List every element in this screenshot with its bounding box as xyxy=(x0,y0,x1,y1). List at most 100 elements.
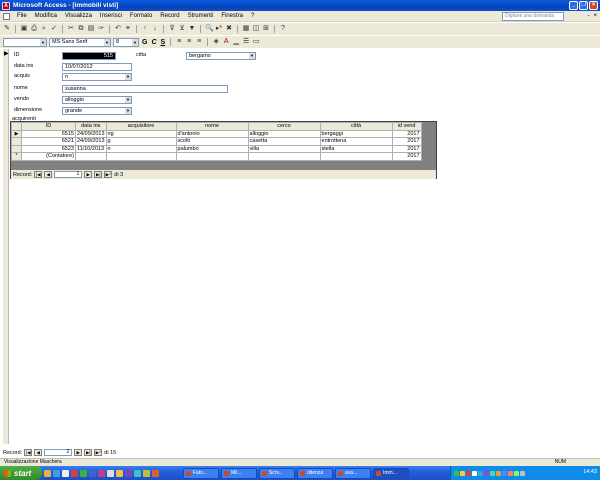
menu-file[interactable]: File xyxy=(13,13,31,19)
font-size-select[interactable]: 8 ▼ xyxy=(113,37,139,47)
cell-data-ins[interactable]: 24/09/2013 xyxy=(75,129,107,138)
tray-alert-icon[interactable] xyxy=(508,470,513,476)
column-header-citta[interactable]: città xyxy=(319,122,393,131)
chevron-down-icon[interactable]: ▼ xyxy=(125,74,131,80)
taskbar-button[interactable]: ditenza xyxy=(297,467,333,479)
align-center-icon[interactable]: ≡ xyxy=(185,38,193,46)
sort-descending-icon[interactable]: ↓ xyxy=(151,25,159,33)
tray-messenger-icon[interactable] xyxy=(502,470,507,476)
cell-id-autonumber[interactable]: (Contatore) xyxy=(21,152,76,161)
quicklaunch-desktop-icon[interactable] xyxy=(62,469,69,477)
column-header-id-vend[interactable]: id vend xyxy=(391,122,422,131)
save-icon[interactable]: ▣ xyxy=(20,25,28,33)
cell-nome[interactable]: d'antonio xyxy=(175,129,249,138)
hyperlink-icon[interactable]: ⚭ xyxy=(124,25,132,33)
dimensione-combo[interactable]: grande ▼ xyxy=(62,107,132,115)
new-record-row[interactable]: * (Contatore) 2017 xyxy=(11,152,422,161)
cell-acquisitore[interactable]: n xyxy=(105,144,177,153)
tray-app-icon[interactable] xyxy=(484,470,489,476)
quicklaunch-app-icon[interactable] xyxy=(71,469,78,477)
tray-update-icon[interactable] xyxy=(490,470,495,476)
tray-security-icon[interactable] xyxy=(466,470,471,476)
taskbar-button-active[interactable]: Imm... xyxy=(373,467,409,479)
next-record-button[interactable]: ▶ xyxy=(84,171,93,178)
menu-strumenti[interactable]: Strumenti xyxy=(184,13,218,19)
quicklaunch-calc-icon[interactable] xyxy=(107,469,114,477)
column-header-cerco[interactable]: cerco xyxy=(247,122,321,131)
undo-icon[interactable]: ↶ xyxy=(114,25,122,33)
first-record-button[interactable]: |◀ xyxy=(34,171,43,178)
chevron-down-icon[interactable]: ▼ xyxy=(249,53,255,59)
quicklaunch-mail-icon[interactable] xyxy=(116,469,123,477)
vendo-combo[interactable]: alloggio ▼ xyxy=(62,96,132,104)
find-icon[interactable]: 🔍 xyxy=(205,25,214,33)
menu-record[interactable]: Record xyxy=(156,13,183,19)
quicklaunch-access-icon[interactable] xyxy=(98,469,105,477)
tray-volume-icon[interactable] xyxy=(472,470,477,476)
previous-record-button[interactable]: ◀ xyxy=(44,171,53,178)
record-selector[interactable]: ▶ xyxy=(3,49,9,444)
main-next-record-button[interactable]: ▶ xyxy=(74,449,83,456)
quicklaunch-word-icon[interactable] xyxy=(89,469,96,477)
tray-sync-icon[interactable] xyxy=(514,470,519,476)
main-new-record-button[interactable]: ▶* xyxy=(94,449,103,456)
align-right-icon[interactable]: ≡ xyxy=(195,38,203,46)
cell-cerco[interactable]: alloggio xyxy=(247,129,321,138)
tray-antivirus-icon[interactable] xyxy=(460,470,465,476)
underline-button[interactable]: S xyxy=(160,39,167,46)
bold-button[interactable]: G xyxy=(141,39,148,46)
quicklaunch-media-icon[interactable] xyxy=(125,469,132,477)
italic-button[interactable]: C xyxy=(150,39,157,46)
column-header-nome[interactable]: nome xyxy=(175,122,249,131)
format-painter-icon[interactable]: ✑ xyxy=(97,25,105,33)
font-name-select[interactable]: MS Sans Serif ▼ xyxy=(49,37,111,47)
cell-acquisitore[interactable] xyxy=(105,152,177,161)
clock[interactable]: 14:43 xyxy=(583,469,597,475)
access-app-icon[interactable]: A xyxy=(2,1,10,10)
cell-acquisitore[interactable]: g xyxy=(105,137,177,146)
line-color-icon[interactable]: ▁ xyxy=(232,38,240,46)
cut-icon[interactable]: ✂ xyxy=(67,25,75,33)
cell-id-vend[interactable]: 2017 xyxy=(391,152,422,161)
menu-modifica[interactable]: Modifica xyxy=(31,13,61,19)
column-header-id[interactable]: ID xyxy=(21,122,76,131)
filter-by-form-icon[interactable]: ⊻ xyxy=(178,25,186,33)
apply-filter-icon[interactable]: ▼ xyxy=(188,25,196,33)
cell-id[interactable]: 6521 xyxy=(21,137,76,146)
cell-id-vend[interactable]: 2017 xyxy=(391,137,422,146)
cell-citta[interactable] xyxy=(319,152,393,161)
cell-citta[interactable]: bergaggi xyxy=(319,129,393,138)
last-record-button[interactable]: ▶| xyxy=(94,171,103,178)
close-button[interactable]: × xyxy=(589,1,598,10)
database-window-icon[interactable]: ◫ xyxy=(252,25,260,33)
copy-icon[interactable]: ⧉ xyxy=(77,25,85,33)
quicklaunch-misc-icon[interactable] xyxy=(143,469,150,477)
tray-usb-icon[interactable] xyxy=(520,470,525,476)
taskbar-button[interactable]: Mil... xyxy=(221,467,257,479)
quicklaunch-ie-icon[interactable] xyxy=(53,469,60,477)
id-field[interactable]: 515 xyxy=(62,52,116,60)
paste-icon[interactable]: ▤ xyxy=(87,25,95,33)
cell-citta[interactable]: stella xyxy=(319,144,393,153)
table-row[interactable]: 6521 24/09/2013 g scolti casetta entrott… xyxy=(11,137,422,146)
menu-formato[interactable]: Formato xyxy=(126,13,156,19)
restore-button[interactable]: ❐ xyxy=(579,1,588,10)
table-row[interactable]: 6523 11/10/2013 n palumbo villa stella 2… xyxy=(11,144,422,153)
doc-minimize-button[interactable]: - xyxy=(587,13,589,19)
delete-record-icon[interactable]: ✖ xyxy=(225,25,233,33)
document-icon[interactable] xyxy=(3,12,10,20)
font-color-icon[interactable]: A xyxy=(222,38,230,46)
main-first-record-button[interactable]: |◀ xyxy=(24,449,33,456)
new-record-marker[interactable]: * xyxy=(11,152,22,161)
cell-cerco[interactable]: casetta xyxy=(247,137,321,146)
doc-close-button[interactable]: × xyxy=(593,13,597,19)
special-effect-icon[interactable]: ▭ xyxy=(252,38,260,46)
print-icon[interactable]: ⎙ xyxy=(30,25,38,33)
new-record-button[interactable]: ▶* xyxy=(104,171,113,178)
menu-help[interactable]: ? xyxy=(247,13,258,19)
cell-id[interactable]: 6523 xyxy=(21,144,76,153)
row-selector[interactable]: ▶ xyxy=(11,129,22,138)
align-left-icon[interactable]: ≡ xyxy=(175,38,183,46)
cell-nome[interactable]: scolti xyxy=(175,137,249,146)
column-header-data-ins[interactable]: data ins xyxy=(75,122,107,131)
